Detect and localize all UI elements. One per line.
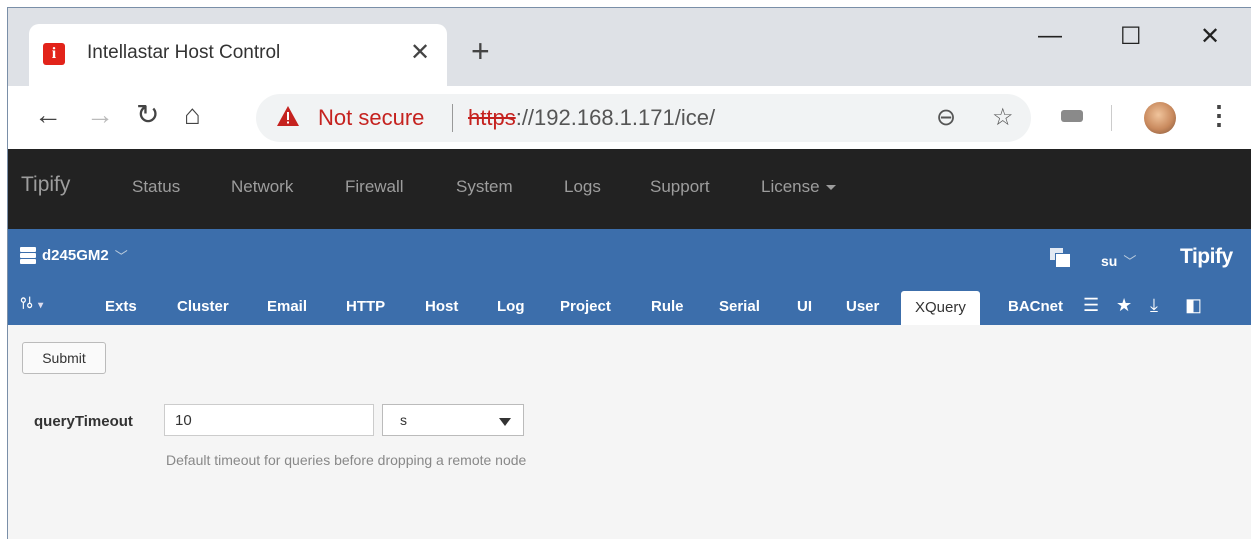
warning-icon (277, 106, 299, 126)
tab-http[interactable]: HTTP (346, 298, 385, 315)
maximize-button[interactable]: ☐ (1120, 22, 1142, 51)
browser-tab[interactable]: i Intellastar Host Control ✕ (29, 24, 447, 86)
tab-rule[interactable]: Rule (651, 298, 684, 315)
url-scheme: https (468, 105, 516, 130)
tab-ui[interactable]: UI (797, 298, 812, 315)
tab-log[interactable]: Log (497, 298, 525, 315)
nav-system[interactable]: System (456, 177, 513, 197)
bookmark-star-icon[interactable]: ☆ (992, 103, 1014, 132)
nav-firewall[interactable]: Firewall (345, 177, 404, 197)
tab-host[interactable]: Host (425, 298, 458, 315)
brand-link[interactable]: Tipify (21, 173, 70, 197)
zoom-icon[interactable]: ⊖ (936, 103, 956, 132)
browser-toolbar: ← → ↻ ⌂ Not secure https://192.168.1.171… (8, 86, 1251, 149)
sliders-caret-icon: ▾ (38, 300, 44, 311)
user-menu[interactable]: su ﹀ (1101, 251, 1136, 270)
minimize-button[interactable]: — (1038, 22, 1062, 50)
sliders-menu[interactable]: ⫯⫰ ▾ (20, 295, 43, 312)
tab-project[interactable]: Project (560, 298, 611, 315)
nav-network[interactable]: Network (231, 177, 293, 197)
user-name: su (1101, 253, 1118, 269)
unit-value: s (400, 412, 407, 428)
browser-window: i Intellastar Host Control ✕ + — ☐ ✕ ← →… (7, 7, 1251, 539)
address-bar[interactable]: Not secure https://192.168.1.171/ice/ ⊖ … (256, 94, 1031, 142)
content-area: Submit queryTimeout s Default timeout fo… (8, 325, 1251, 539)
tab-strip: i Intellastar Host Control ✕ + — ☐ ✕ (8, 8, 1251, 86)
config-header: d245GM2 ﹀ su ﹀ Tipify ⫯⫰ ▾ Exts Cluster Em… (8, 229, 1251, 325)
home-icon[interactable]: ⌂ (184, 100, 201, 130)
nav-license[interactable]: License (761, 177, 836, 197)
extension-icon[interactable] (1061, 110, 1083, 122)
omnibox-divider (452, 104, 453, 132)
server-name: d245GM2 (42, 247, 109, 264)
tab-email[interactable]: Email (267, 298, 307, 315)
dropdown-arrow-icon (499, 418, 511, 426)
nav-status[interactable]: Status (132, 177, 180, 197)
favicon-icon: i (43, 43, 65, 65)
panel-icon[interactable]: ◧ (1185, 295, 1202, 316)
back-icon[interactable]: ← (34, 100, 62, 130)
submit-button[interactable]: Submit (22, 342, 106, 374)
star-icon[interactable]: ★ (1116, 295, 1132, 316)
sliders-icon: ⫯⫰ (20, 295, 34, 312)
url-path: ://192.168.1.171/ice/ (515, 105, 716, 130)
not-secure-label: Not secure (318, 105, 425, 130)
profile-avatar[interactable] (1144, 102, 1176, 134)
tipify-logo: Tipify (1180, 245, 1233, 268)
menu-kebab-icon[interactable]: ⋮ (1206, 100, 1232, 130)
tab-title: Intellastar Host Control (87, 42, 281, 63)
tab-bacnet[interactable]: BACnet (1008, 298, 1063, 315)
copy-icon[interactable] (1050, 248, 1071, 268)
tab-cluster[interactable]: Cluster (177, 298, 229, 315)
reload-icon[interactable]: ↻ (136, 100, 159, 130)
unit-select[interactable]: s (382, 404, 524, 436)
query-timeout-label: queryTimeout (34, 413, 133, 430)
download-icon[interactable]: ⤓ (1150, 295, 1158, 316)
server-selector[interactable]: d245GM2 ﹀ (20, 246, 128, 265)
tab-exts[interactable]: Exts (105, 298, 137, 315)
tab-user[interactable]: User (846, 298, 879, 315)
chevron-down-icon: ﹀ (114, 249, 128, 264)
nav-logs[interactable]: Logs (564, 177, 601, 197)
nav-support[interactable]: Support (650, 177, 710, 197)
settings-tabs: ⫯⫰ ▾ Exts Cluster Email HTTP Host Log Pro… (8, 287, 1251, 325)
url-text: https://192.168.1.171/ice/ (468, 105, 715, 131)
close-tab-icon[interactable]: ✕ (410, 38, 430, 67)
tab-xquery[interactable]: XQuery (901, 291, 980, 325)
new-tab-button[interactable]: + (471, 35, 490, 67)
nav-license-label: License (761, 177, 820, 196)
close-window-button[interactable]: ✕ (1200, 22, 1220, 51)
user-chevron-icon: ﹀ (1123, 254, 1137, 269)
list-icon[interactable]: ☰ (1083, 295, 1099, 316)
app-navbar: Tipify Status Network Firewall System Lo… (8, 149, 1251, 229)
server-icon (20, 247, 36, 264)
help-text: Default timeout for queries before dropp… (166, 452, 527, 468)
license-caret-icon (825, 185, 836, 191)
tab-serial[interactable]: Serial (719, 298, 760, 315)
toolbar-divider (1111, 105, 1112, 131)
forward-icon[interactable]: → (86, 100, 114, 130)
query-timeout-input[interactable] (164, 404, 374, 436)
